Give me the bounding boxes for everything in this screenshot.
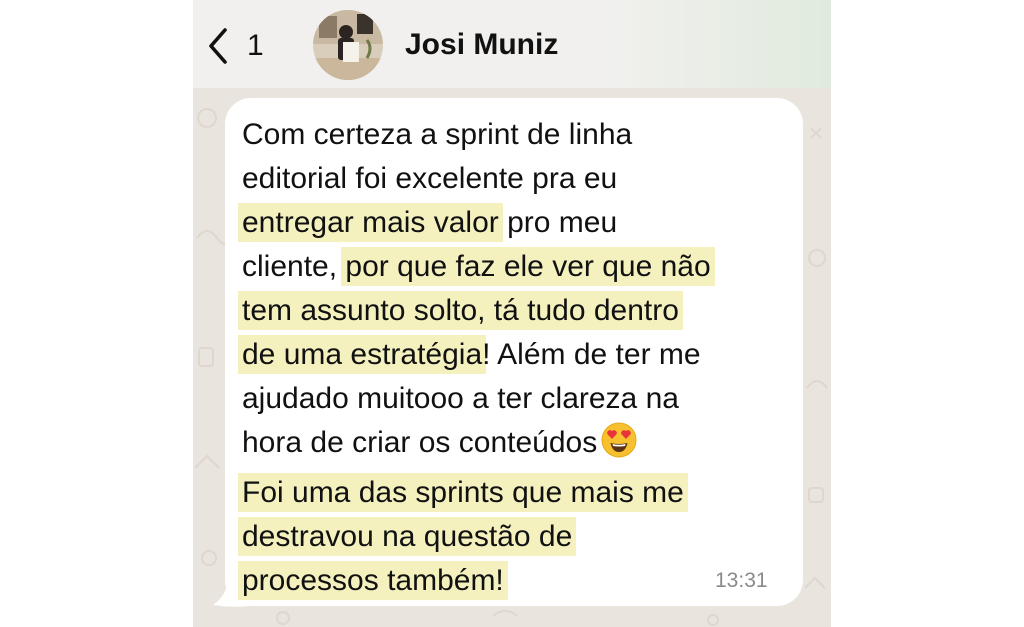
highlighted-text: entregar mais valor (238, 203, 503, 242)
message-line-11: processos também! (238, 559, 790, 603)
message-line-3: entregar mais valor pro meu (238, 201, 790, 245)
unread-count: 1 (247, 29, 264, 62)
message-line-6: de uma estratégia! Além de ter me (238, 333, 790, 377)
contact-photo-icon (313, 10, 383, 80)
message-line-9: Foi uma das sprints que mais me (238, 471, 790, 515)
message-line-10: destravou na questão de (238, 515, 790, 559)
message-text: Com certeza a sprint de linha editorial … (238, 113, 790, 603)
message-line-4: cliente, por que faz ele ver que não (242, 245, 790, 289)
header-tint (611, 0, 831, 88)
chat-header: 1 Josi Muniz (193, 0, 831, 88)
message-line-8: hora de criar os conteúdos (242, 421, 790, 471)
highlighted-text: Foi uma das sprints que mais me (238, 473, 688, 512)
chat-screen: 1 Josi Muniz Com certeza a sprint de lin… (193, 0, 831, 627)
message-line-7: ajudado muitooo a ter clareza na (242, 382, 679, 415)
highlighted-text: processos também! (238, 561, 508, 600)
contact-avatar[interactable] (313, 10, 383, 80)
chevron-left-icon (209, 28, 227, 64)
highlighted-text: por que faz ele ver que não (341, 247, 715, 286)
highlighted-text: de uma estratégia (238, 335, 487, 374)
heart-eyes-emoji-icon (601, 422, 637, 471)
contact-name[interactable]: Josi Muniz (405, 28, 558, 62)
highlighted-text: tem assunto solto, tá tudo dentro (238, 291, 683, 330)
back-button[interactable]: 1 (207, 24, 297, 68)
message-line-2: editorial foi excelente pra eu (242, 162, 618, 195)
message-timestamp: 13:31 (715, 569, 768, 592)
highlighted-text: destravou na questão de (238, 517, 577, 556)
message-line-1: Com certeza a sprint de linha (242, 118, 633, 151)
message-line-5: tem assunto solto, tá tudo dentro (238, 289, 790, 333)
